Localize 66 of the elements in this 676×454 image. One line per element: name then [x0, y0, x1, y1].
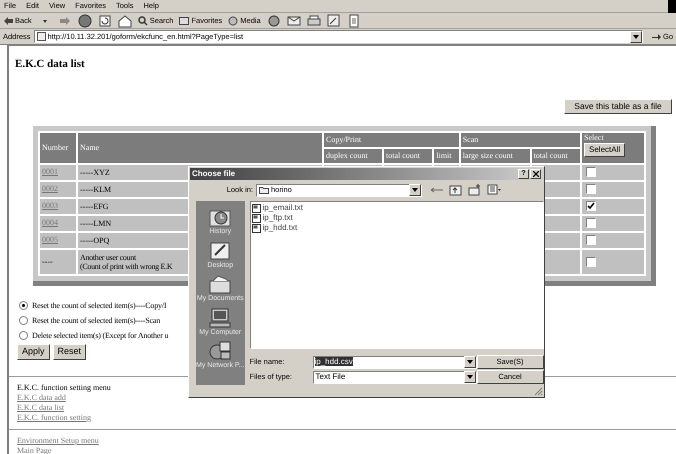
column-header: Select — [584, 132, 604, 142]
list-entry[interactable]: ip_email.txt — [262, 202, 303, 214]
close-icon[interactable] — [530, 169, 541, 179]
dialog-title: Choose file — [192, 168, 236, 180]
page-icon — [36, 32, 46, 41]
stop-icon[interactable] — [78, 14, 92, 28]
column-header: large size count — [460, 148, 530, 162]
column-header: total count — [532, 148, 580, 162]
go-arrow-icon[interactable] — [652, 32, 661, 41]
menu-link[interactable]: Environment Setup menu — [17, 436, 99, 446]
page-title: E.K.C data list — [14, 57, 85, 72]
column-header: Name — [78, 132, 322, 162]
file-name-field[interactable]: ip_hdd.csv — [312, 356, 476, 368]
up-folder-icon[interactable] — [449, 183, 463, 197]
radio-label: Delete selected item(s) (Except for Another u — [32, 330, 168, 342]
back-arrow-icon[interactable] — [4, 16, 13, 24]
column-header: total count — [384, 148, 432, 162]
form-button[interactable]: Reset — [52, 344, 86, 360]
column-header: Number — [40, 132, 76, 162]
menu-heading: E.K.C. function setting menu — [17, 382, 111, 392]
refresh-icon[interactable] — [98, 14, 112, 28]
edit-icon[interactable] — [326, 14, 341, 28]
column-header: duplex count — [324, 148, 382, 162]
radio-button[interactable] — [19, 301, 28, 310]
table-cell: -----EFG — [80, 202, 108, 210]
disc-icon[interactable] — [228, 16, 238, 26]
table-cell: -----XYZ — [80, 168, 110, 176]
table-cell: ---- — [42, 256, 53, 266]
throbber-icon — [668, 0, 676, 13]
menu-link[interactable]: Main Page — [17, 446, 52, 454]
menu-link[interactable]: E.K.C data add — [17, 392, 66, 402]
menu-link[interactable]: E.K.C data list — [17, 402, 64, 412]
mail-icon[interactable] — [286, 14, 301, 28]
checkbox[interactable] — [586, 184, 596, 194]
menu-link[interactable]: E.K.C. function setting — [17, 412, 91, 422]
list-entry[interactable]: ip_hdd.txt — [262, 222, 298, 234]
desktop-icon — [209, 240, 232, 260]
new-folder-icon[interactable] — [468, 183, 482, 197]
computer-icon — [209, 308, 232, 328]
column-group-header: Copy/Print — [324, 132, 459, 146]
column-group-header: Scan — [460, 132, 580, 146]
resize-grip-icon[interactable] — [533, 386, 543, 396]
search-icon[interactable] — [138, 16, 148, 26]
view-menu-icon[interactable] — [487, 183, 501, 197]
checkbox[interactable] — [586, 201, 596, 211]
radio-button[interactable] — [19, 331, 28, 340]
table-cell: -----LMN — [80, 218, 112, 228]
radio-label: Reset the count of selected item(s)----Scan — [32, 314, 160, 326]
checkbox[interactable] — [586, 167, 596, 177]
checkbox[interactable] — [586, 218, 596, 228]
radio-button[interactable] — [19, 316, 28, 325]
file-type-dropdown[interactable]: Text File — [312, 370, 476, 384]
column-header: limit — [434, 148, 459, 162]
save-table-button[interactable]: Save this table as a file — [564, 98, 672, 114]
radio-label: Reset the count of selected item(s)----Copy/I — [32, 300, 166, 312]
select-all-button[interactable]: SelectAll — [584, 142, 626, 156]
list-entry[interactable]: ip_ftp.txt — [262, 212, 293, 224]
network-icon — [209, 341, 232, 361]
form-button[interactable]: Apply — [17, 344, 50, 360]
table-cell: -----OPQ — [80, 236, 110, 244]
table-cell: Another user count (Count of print with wrong E.K — [80, 252, 172, 270]
checkbox[interactable] — [586, 256, 596, 266]
table-cell: -----KLM — [80, 184, 112, 194]
document-icon[interactable] — [346, 14, 361, 28]
printer-icon[interactable] — [306, 14, 321, 28]
checkbox[interactable] — [586, 235, 596, 245]
